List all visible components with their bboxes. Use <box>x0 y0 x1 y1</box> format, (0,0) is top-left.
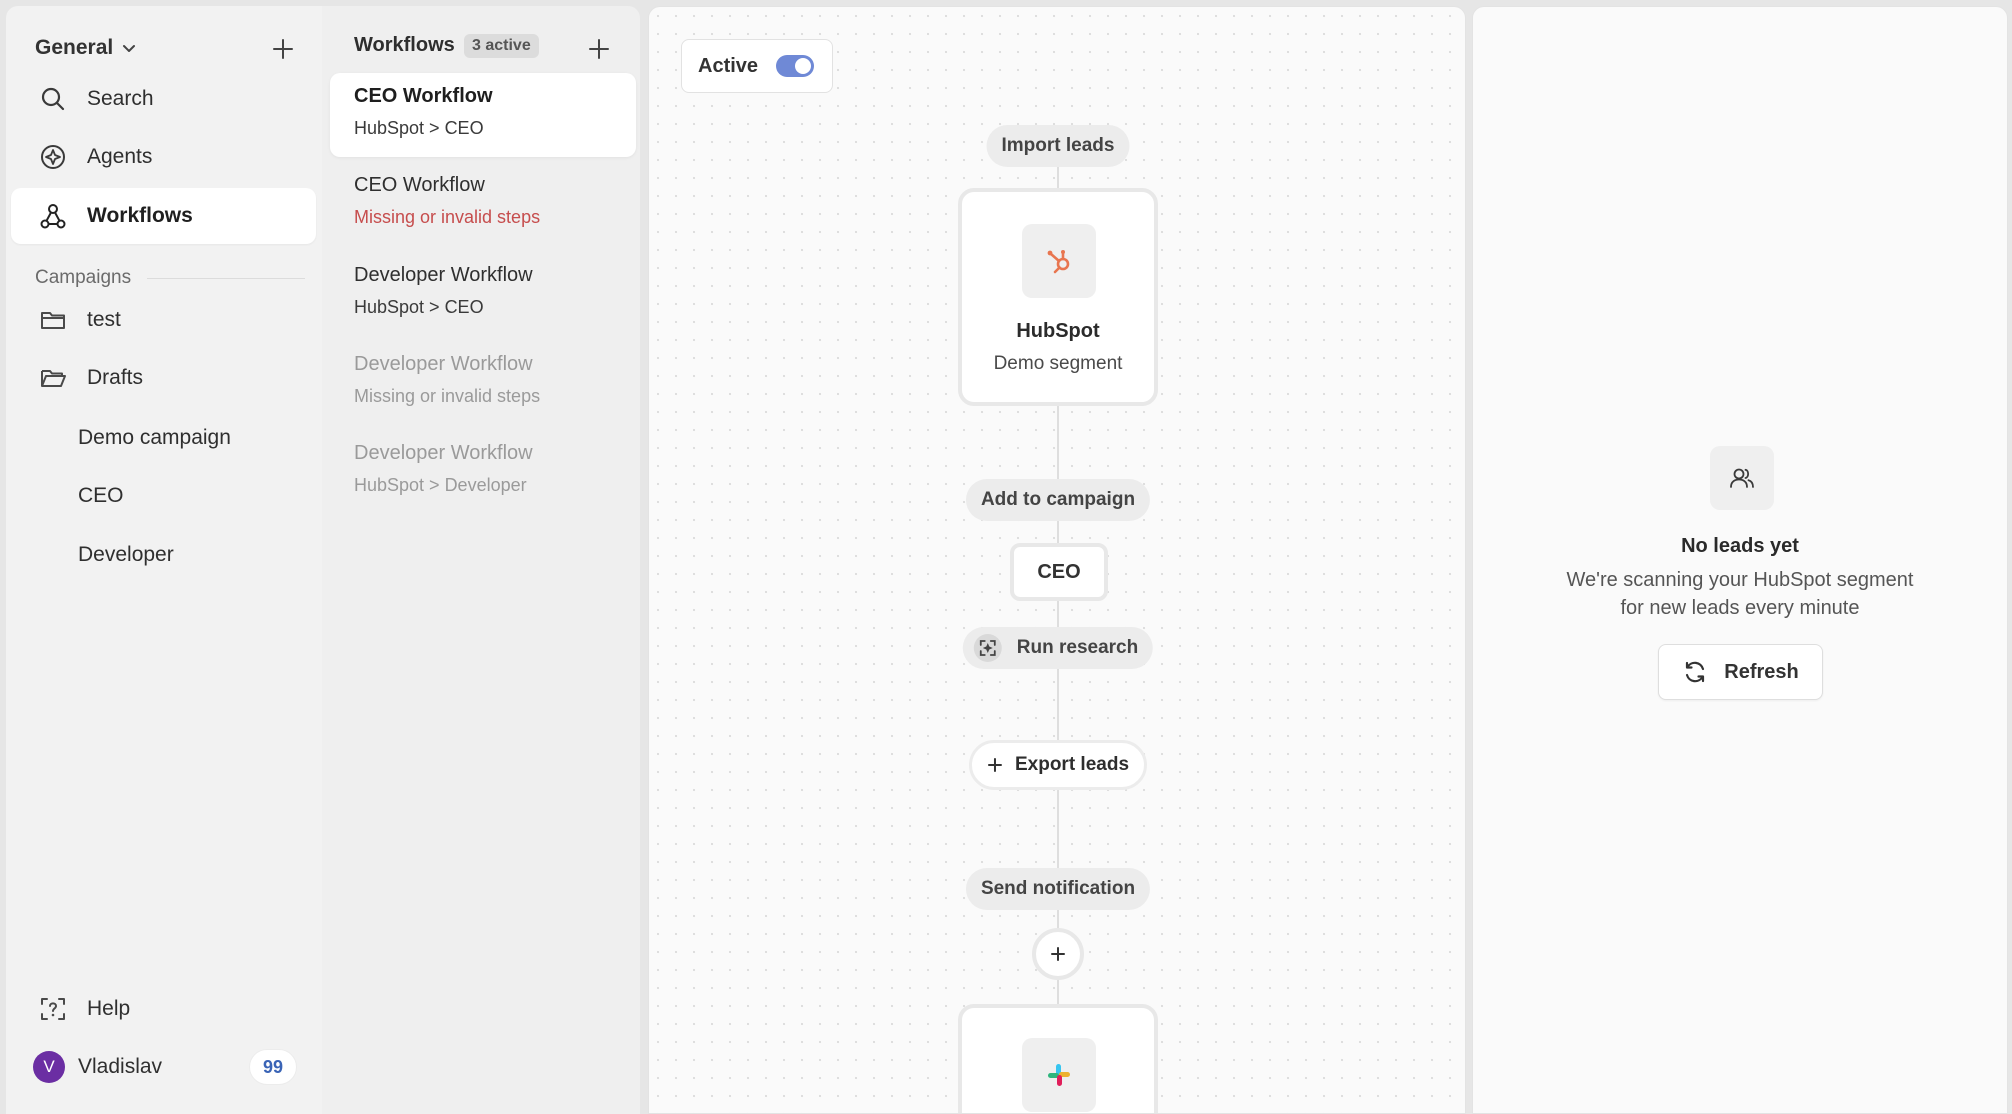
refresh-button[interactable]: Refresh <box>1658 644 1823 700</box>
hubspot-icon-tile <box>1022 224 1096 298</box>
workflow-name: CEO Workflow <box>354 174 485 196</box>
workflow-name: Developer Workflow <box>354 353 533 375</box>
slack-node[interactable] <box>958 1004 1158 1113</box>
plus-icon <box>273 39 293 59</box>
workflows-title: Workflows <box>354 34 455 56</box>
active-toggle[interactable]: Active <box>681 39 833 93</box>
active-count-badge: 3 active <box>464 34 539 58</box>
agent-icon <box>41 145 65 169</box>
slack-icon-tile <box>1022 1038 1096 1112</box>
step-add-to-campaign[interactable]: Add to campaign <box>965 479 1151 521</box>
add-workspace-button[interactable] <box>270 36 296 62</box>
slack-icon <box>1048 1064 1070 1086</box>
toggle-knob <box>795 58 812 74</box>
workflow-source: HubSpot > CEO <box>354 297 484 317</box>
campaign-node[interactable]: CEO <box>1010 543 1108 601</box>
hubspot-icon <box>1047 250 1070 274</box>
users-icon-tile <box>1710 446 1774 510</box>
folder-test-label: test <box>87 308 121 331</box>
draft-item-demo-campaign[interactable]: Demo campaign <box>78 426 231 450</box>
step-import-leads[interactable]: Import leads <box>986 125 1130 167</box>
active-toggle-label: Active <box>698 54 759 77</box>
workflow-source: HubSpot > CEO <box>354 118 484 138</box>
add-step-button[interactable] <box>1032 928 1084 980</box>
step-send-notification[interactable]: Send notification <box>965 868 1151 910</box>
workflow-canvas[interactable]: Active Import leads HubSpot Demo segment… <box>648 6 1466 1114</box>
add-workflow-button[interactable] <box>586 36 612 62</box>
workspace-name: General <box>35 36 114 59</box>
workflow-source: HubSpot > Developer <box>354 475 527 495</box>
nav-search-label: Search <box>87 87 154 110</box>
empty-state-text: We're scanning your HubSpot segment for … <box>1473 566 2007 622</box>
hubspot-node-title: HubSpot <box>1016 320 1100 342</box>
export-leads-label: Export leads <box>1014 754 1130 775</box>
nav-workflows[interactable]: Workflows <box>11 188 316 244</box>
users-icon <box>1730 468 1754 488</box>
workflow-item[interactable]: Developer Workflow Missing or invalid st… <box>330 341 636 425</box>
workflow-name: Developer Workflow <box>354 442 533 464</box>
workflow-item[interactable]: Developer Workflow HubSpot > Developer <box>330 430 636 514</box>
divider <box>147 277 305 279</box>
campaigns-section-header: Campaigns <box>35 267 305 289</box>
help-link[interactable]: Help <box>11 981 316 1037</box>
workflow-item[interactable]: CEO Workflow HubSpot > CEO <box>330 73 636 157</box>
hubspot-node-segment: Demo segment <box>993 353 1123 374</box>
workflow-name: CEO Workflow <box>354 85 493 107</box>
workflow-error: Missing or invalid steps <box>354 386 541 406</box>
empty-state-line: for new leads every minute <box>1620 597 1860 619</box>
nav-agents-label: Agents <box>87 145 153 168</box>
plus-icon <box>589 39 609 59</box>
workflow-item[interactable]: CEO Workflow Missing or invalid steps <box>330 162 636 246</box>
campaigns-label: Campaigns <box>35 267 132 288</box>
nav-workflows-label: Workflows <box>87 204 193 227</box>
avatar[interactable]: V <box>33 1051 65 1083</box>
refresh-icon <box>1686 661 1705 683</box>
draft-item-ceo[interactable]: CEO <box>78 484 124 508</box>
folder-open-icon <box>41 370 66 387</box>
search-icon <box>41 87 65 111</box>
draft-item-developer[interactable]: Developer <box>78 543 174 567</box>
add-export-leads-button[interactable]: Export leads <box>968 740 1148 790</box>
workspace-switcher[interactable]: General <box>35 36 137 60</box>
chevron-down-icon <box>123 45 136 52</box>
folder-icon <box>41 312 65 329</box>
empty-state-title: No leads yet <box>1681 535 1799 557</box>
sidebar: General Search Agents Workflows Campaign… <box>6 6 322 1114</box>
workflow-error: Missing or invalid steps <box>354 207 541 227</box>
folder-drafts-label: Drafts <box>87 366 144 389</box>
toggle-switch[interactable] <box>776 55 815 77</box>
plus-icon <box>987 758 1002 772</box>
user-name[interactable]: Vladislav <box>78 1055 162 1079</box>
leads-panel: No leads yet We're scanning your HubSpot… <box>1472 6 2008 1114</box>
workflow-item[interactable]: Developer Workflow HubSpot > CEO <box>330 252 636 336</box>
help-icon <box>41 998 65 1020</box>
credits-badge[interactable]: 99 <box>249 1049 297 1085</box>
run-research-label: Run research <box>1016 637 1139 658</box>
research-icon <box>973 634 1002 662</box>
plus-icon <box>1051 947 1065 961</box>
nav-agents[interactable]: Agents <box>11 129 316 185</box>
folder-test[interactable]: test <box>11 292 316 348</box>
empty-state-line: We're scanning your HubSpot segment <box>1566 569 1914 591</box>
refresh-label: Refresh <box>1724 660 1799 683</box>
workflow-list-panel: Workflows 3 active CEO Workflow HubSpot … <box>322 6 640 1114</box>
workflow-name: Developer Workflow <box>354 264 533 286</box>
folder-drafts[interactable]: Drafts <box>11 350 316 406</box>
hubspot-node[interactable]: HubSpot Demo segment <box>958 188 1158 406</box>
step-run-research[interactable]: Run research <box>962 627 1154 669</box>
nav-search[interactable]: Search <box>11 71 316 127</box>
help-label: Help <box>87 997 131 1020</box>
workflow-icon <box>40 204 66 229</box>
